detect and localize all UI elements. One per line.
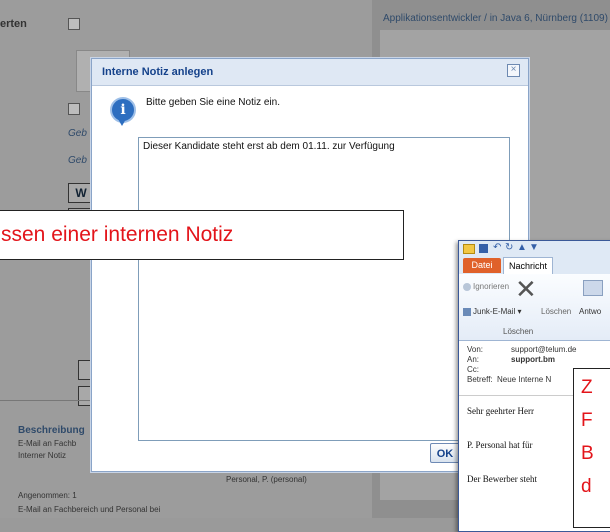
red-line-3: B (581, 443, 594, 464)
angenommen-count: Angenommen: 1 (18, 491, 77, 500)
reply-button[interactable]: Antwo (579, 307, 601, 316)
from-value[interactable]: support@telum.de (511, 345, 577, 354)
ribbon-tabs: Datei Nachricht (459, 257, 610, 275)
delete-button[interactable]: Löschen (541, 307, 571, 316)
red-line-1: Z (581, 377, 593, 398)
body-line-1: Sehr geehrter Herr (467, 406, 534, 416)
redo-icon[interactable]: ↻ (505, 242, 513, 253)
up-arrow-icon[interactable]: ▲ (517, 242, 527, 253)
footer-line: E-Mail an Fachbereich und Personal bei (18, 505, 161, 514)
description-line-1: E-Mail an Fachb (18, 439, 77, 448)
ribbon: Ignorieren ✕ Junk-E-Mail ▾ Löschen Antwo… (459, 274, 610, 341)
to-label: An: (467, 355, 480, 364)
to-value[interactable]: support.bm (511, 355, 555, 364)
body-line-2: P. Personal hat für (467, 440, 533, 450)
mail-icon[interactable] (463, 244, 475, 254)
note-text: Dieser Kandidate steht erst ab dem 01.11… (143, 141, 395, 152)
junk-mail-label: Junk-E-Mail (473, 307, 516, 316)
checkbox-top[interactable] (68, 18, 80, 30)
info-icon-tail (118, 119, 126, 126)
red-annotation-box: Z F B d (573, 368, 610, 528)
junk-mail-button[interactable]: Junk-E-Mail ▾ (473, 307, 521, 316)
link-geb-1[interactable]: Geb (68, 128, 87, 139)
subject-label: Betreff: (467, 375, 493, 384)
ignore-button[interactable]: Ignorieren (473, 282, 509, 291)
junk-icon (463, 308, 471, 316)
beschreibung-heading: Beschreibung (18, 425, 85, 436)
from-label: Von: (467, 345, 484, 354)
body-line-3: Der Bewerber steht (467, 474, 537, 484)
down-arrow-icon[interactable]: ▼ (529, 242, 539, 253)
dialog-message: Bitte geben Sie eine Notiz ein. (146, 97, 280, 108)
section-label: erten (0, 18, 27, 30)
red-line-4: d (581, 476, 592, 497)
quick-access-toolbar: ↶ ↻ ▲ ▼ (459, 241, 610, 257)
ignore-icon (463, 283, 471, 291)
save-icon[interactable] (479, 244, 488, 253)
undo-icon[interactable]: ↶ (493, 242, 501, 253)
tab-file[interactable]: Datei (463, 258, 501, 273)
checkbox-second[interactable] (68, 103, 80, 115)
description-line-2: Interner Notiz (18, 451, 67, 460)
person-name: Personal, P. (personal) (226, 475, 307, 484)
link-geb-2[interactable]: Geb (68, 155, 87, 166)
delete-icon[interactable]: ✕ (515, 276, 537, 302)
reply-icon (583, 280, 603, 296)
dialog-header: Interne Notiz anlegen × (92, 59, 528, 86)
red-line-2: F (581, 410, 593, 431)
note-textarea[interactable]: Dieser Kandidate steht erst ab dem 01.11… (138, 137, 510, 441)
caption-text: ssen einer internen Notiz (1, 223, 234, 246)
tab-message[interactable]: Nachricht (503, 257, 553, 274)
job-title[interactable]: Applikationsentwickler / in Java 6, Nürn… (383, 13, 608, 24)
close-icon[interactable]: × (507, 64, 520, 77)
caption-box: ssen einer internen Notiz (0, 210, 404, 260)
subject-value: Neue Interne N (497, 375, 552, 384)
ok-button[interactable]: OK (430, 443, 460, 463)
ribbon-group-label: Löschen (503, 327, 534, 336)
cc-label: Cc: (467, 365, 479, 374)
dialog-title: Interne Notiz anlegen (102, 66, 214, 78)
